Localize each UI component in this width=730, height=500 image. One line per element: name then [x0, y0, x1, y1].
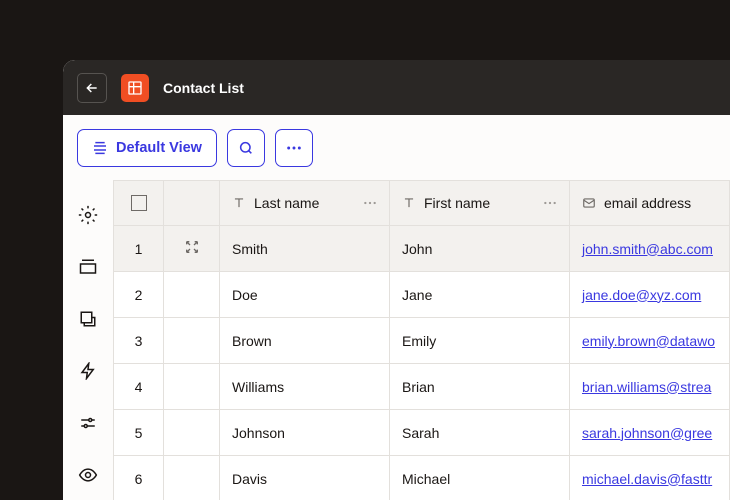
checkbox-icon[interactable]: [131, 195, 147, 211]
email-link[interactable]: sarah.johnson@gree: [582, 425, 712, 441]
email-link[interactable]: brian.williams@strea: [582, 379, 711, 395]
cell-last-name[interactable]: Doe: [220, 272, 390, 318]
toolbar: Default View: [63, 115, 730, 180]
row-number: 4: [114, 364, 164, 410]
eye-icon[interactable]: [78, 465, 98, 485]
expand-cell: [164, 456, 220, 500]
cell-first-name[interactable]: Sarah: [390, 410, 570, 456]
ellipsis-icon: [286, 146, 302, 150]
row-number: 5: [114, 410, 164, 456]
table-row[interactable]: 1 SmithJohn john.smith@abc.com: [114, 226, 730, 272]
table-icon: [127, 80, 143, 96]
cell-first-name[interactable]: Michael: [390, 456, 570, 500]
cell-first-name[interactable]: Jane: [390, 272, 570, 318]
search-button[interactable]: [227, 129, 265, 167]
table-row[interactable]: 4 WilliamsBrian brian.williams@strea: [114, 364, 730, 410]
default-view-button[interactable]: Default View: [77, 129, 217, 167]
arrow-left-icon: [84, 80, 100, 96]
sidebar: [63, 180, 113, 500]
cell-first-name[interactable]: John: [390, 226, 570, 272]
back-button[interactable]: [77, 73, 107, 103]
col-expand: [164, 181, 220, 226]
view-icon: [92, 140, 108, 156]
cell-last-name[interactable]: Davis: [220, 456, 390, 500]
col-last-name[interactable]: Last name: [220, 181, 390, 226]
row-number: 1: [114, 226, 164, 272]
more-button[interactable]: [275, 129, 313, 167]
app-icon: [121, 74, 149, 102]
layout-icon[interactable]: [78, 257, 98, 277]
col-first-name[interactable]: First name: [390, 181, 570, 226]
default-view-label: Default View: [116, 140, 202, 156]
expand-cell: [164, 410, 220, 456]
email-link[interactable]: michael.davis@fasttr: [582, 471, 712, 487]
expand-cell: [164, 272, 220, 318]
cell-first-name[interactable]: Brian: [390, 364, 570, 410]
email-link[interactable]: jane.doe@xyz.com: [582, 287, 701, 303]
col-email[interactable]: email address: [570, 181, 730, 226]
table-row[interactable]: 6 DavisMichael michael.davis@fasttr: [114, 456, 730, 500]
mail-icon: [582, 196, 596, 210]
cell-last-name[interactable]: Smith: [220, 226, 390, 272]
col-checkbox[interactable]: [114, 181, 164, 226]
table-row[interactable]: 5 JohnsonSarah sarah.johnson@gree: [114, 410, 730, 456]
sliders-icon[interactable]: [78, 413, 98, 433]
settings-icon[interactable]: [78, 205, 98, 225]
cell-last-name[interactable]: Williams: [220, 364, 390, 410]
row-number: 6: [114, 456, 164, 500]
table-row[interactable]: 3 BrownEmily emily.brown@datawo: [114, 318, 730, 364]
cell-email[interactable]: jane.doe@xyz.com: [570, 272, 730, 318]
row-number: 2: [114, 272, 164, 318]
cell-last-name[interactable]: Johnson: [220, 410, 390, 456]
row-number: 3: [114, 318, 164, 364]
text-icon: [232, 196, 246, 210]
table-row[interactable]: 2 DoeJane jane.doe@xyz.com: [114, 272, 730, 318]
cell-first-name[interactable]: Emily: [390, 318, 570, 364]
cell-email[interactable]: john.smith@abc.com: [570, 226, 730, 272]
cell-email[interactable]: sarah.johnson@gree: [570, 410, 730, 456]
ellipsis-icon[interactable]: [543, 201, 557, 205]
text-icon: [402, 196, 416, 210]
header-bar: Contact List: [63, 60, 730, 115]
email-link[interactable]: emily.brown@datawo: [582, 333, 715, 349]
expand-cell: [164, 364, 220, 410]
page-title: Contact List: [163, 80, 244, 96]
email-link[interactable]: john.smith@abc.com: [582, 241, 713, 257]
filter-icon[interactable]: [78, 309, 98, 329]
search-icon: [238, 140, 254, 156]
expand-cell: [164, 318, 220, 364]
cell-email[interactable]: michael.davis@fasttr: [570, 456, 730, 500]
cell-email[interactable]: emily.brown@datawo: [570, 318, 730, 364]
col-email-label: email address: [604, 195, 691, 211]
bolt-icon[interactable]: [78, 361, 98, 381]
expand-cell[interactable]: [164, 226, 220, 272]
col-first-name-label: First name: [424, 195, 490, 211]
col-last-name-label: Last name: [254, 195, 319, 211]
contact-table: Last name First name: [113, 180, 730, 500]
ellipsis-icon[interactable]: [363, 201, 377, 205]
cell-last-name[interactable]: Brown: [220, 318, 390, 364]
cell-email[interactable]: brian.williams@strea: [570, 364, 730, 410]
